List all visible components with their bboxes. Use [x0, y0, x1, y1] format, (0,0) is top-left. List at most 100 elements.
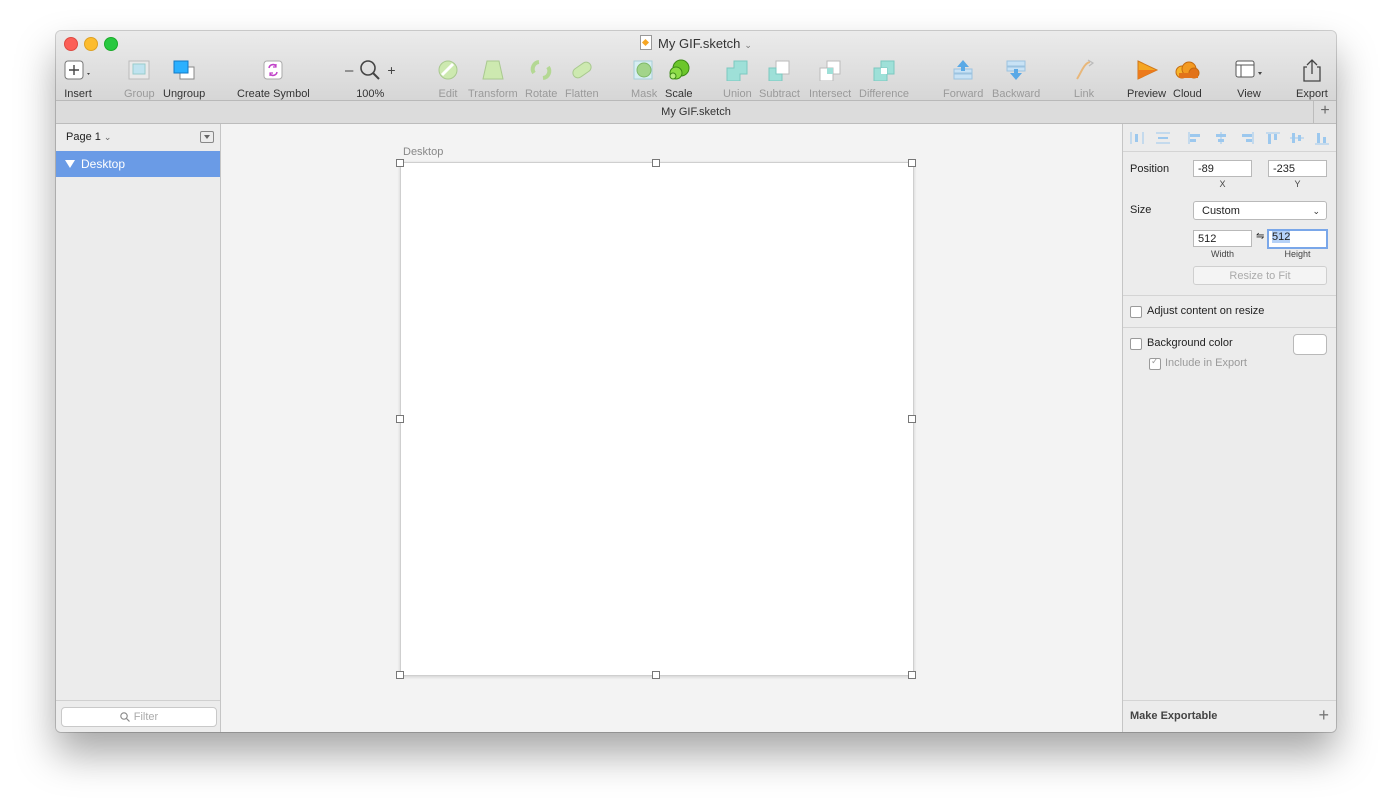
- view-label: View: [1237, 88, 1261, 100]
- share-icon: [1301, 58, 1323, 82]
- toolbar: My GIF.sketch ⌄ Insert Group Ungroup Cre…: [56, 31, 1336, 101]
- add-export-button[interactable]: +: [1318, 705, 1329, 726]
- layer-row-desktop[interactable]: Desktop: [56, 151, 220, 177]
- resize-handle-top-right[interactable]: [908, 159, 916, 167]
- flatten-label: Flatten: [565, 88, 599, 100]
- chevron-down-icon: ⌄: [103, 132, 112, 142]
- align-left-icon[interactable]: [1187, 131, 1203, 145]
- resize-handle-bottom-left[interactable]: [396, 671, 404, 679]
- size-preset-select[interactable]: Custom ⌄: [1193, 201, 1327, 220]
- insert-button[interactable]: Insert: [64, 58, 92, 100]
- create-symbol-label: Create Symbol: [237, 88, 310, 100]
- ungroup-label: Ungroup: [163, 88, 206, 100]
- layer-name: Desktop: [81, 157, 126, 171]
- resize-handle-right[interactable]: [908, 415, 916, 423]
- intersect-button[interactable]: Intersect: [809, 58, 851, 100]
- divider: [1123, 295, 1336, 296]
- align-vertical-center-icon[interactable]: [1289, 131, 1305, 145]
- include-in-export-checkbox[interactable]: [1149, 356, 1161, 370]
- resize-handle-bottom[interactable]: [652, 671, 660, 679]
- distribute-horizontal-icon[interactable]: [1129, 131, 1145, 145]
- zoom-level[interactable]: 100%: [356, 88, 384, 100]
- align-horizontal-center-icon[interactable]: [1213, 131, 1229, 145]
- flatten-button[interactable]: Flatten: [565, 58, 599, 100]
- view-button[interactable]: View: [1235, 58, 1263, 100]
- background-color-swatch[interactable]: [1293, 334, 1327, 355]
- y-label: Y: [1294, 179, 1301, 189]
- adjust-content-label: Adjust content on resize: [1147, 305, 1265, 317]
- layers-panel: Page 1 ⌄ Desktop Filter: [56, 124, 221, 732]
- canvas[interactable]: Desktop: [221, 124, 1122, 732]
- make-exportable-label: Make Exportable: [1130, 710, 1218, 722]
- export-footer: Make Exportable +: [1123, 700, 1336, 732]
- y-position-field[interactable]: -235: [1268, 160, 1327, 177]
- difference-label: Difference: [859, 88, 909, 100]
- resize-handle-top-left[interactable]: [396, 159, 404, 167]
- resize-to-fit-button[interactable]: Resize to Fit: [1193, 266, 1327, 285]
- size-label: Size: [1130, 204, 1152, 216]
- lock-ratio-icon[interactable]: ⇋: [1256, 231, 1264, 242]
- scale-button[interactable]: Scale: [665, 58, 693, 100]
- subtract-icon: [767, 58, 791, 82]
- align-top-icon[interactable]: [1265, 131, 1281, 145]
- zoom-out-button[interactable]: –: [345, 62, 353, 79]
- cloud-label: Cloud: [1173, 88, 1202, 100]
- union-button[interactable]: Union: [723, 58, 752, 100]
- artboard-title[interactable]: Desktop: [403, 146, 443, 158]
- align-right-icon[interactable]: [1239, 131, 1255, 145]
- link-button[interactable]: Link: [1072, 58, 1096, 100]
- edit-label: Edit: [438, 88, 458, 100]
- rotate-button[interactable]: Rotate: [525, 58, 557, 100]
- send-backward-icon: [1004, 58, 1028, 82]
- background-color-checkbox[interactable]: [1130, 338, 1142, 350]
- backward-label: Backward: [992, 88, 1041, 100]
- distribute-vertical-icon[interactable]: [1155, 131, 1171, 145]
- mask-button[interactable]: Mask: [631, 58, 657, 100]
- page-selector[interactable]: Page 1 ⌄: [66, 131, 111, 143]
- export-label: Export: [1296, 88, 1328, 100]
- new-tab-button[interactable]: +: [1313, 101, 1336, 123]
- adjust-content-checkbox[interactable]: [1130, 306, 1142, 318]
- divider: [1123, 327, 1336, 328]
- preview-button[interactable]: Preview: [1127, 58, 1166, 100]
- union-label: Union: [723, 88, 752, 100]
- transform-icon: [481, 58, 505, 82]
- resize-handle-bottom-right[interactable]: [908, 671, 916, 679]
- transform-button[interactable]: Transform: [468, 58, 518, 100]
- pages-toggle-icon[interactable]: [200, 131, 214, 143]
- forward-button[interactable]: Forward: [943, 58, 983, 100]
- play-icon: [1135, 58, 1159, 82]
- cloud-icon: [1173, 58, 1201, 82]
- document-tab[interactable]: My GIF.sketch: [661, 106, 731, 118]
- mask-icon: [632, 58, 656, 82]
- edit-button[interactable]: Edit: [437, 58, 459, 100]
- difference-button[interactable]: Difference: [859, 58, 909, 100]
- group-icon: [128, 58, 150, 82]
- scale-label: Scale: [665, 88, 693, 100]
- height-label: Height: [1284, 249, 1311, 259]
- zoom-in-button[interactable]: +: [387, 62, 395, 78]
- layers-footer: Filter: [56, 700, 220, 732]
- artboard[interactable]: [400, 162, 914, 676]
- export-button[interactable]: Export: [1296, 58, 1328, 100]
- ungroup-button[interactable]: Ungroup: [163, 58, 205, 100]
- backward-button[interactable]: Backward: [992, 58, 1040, 100]
- difference-icon: [872, 58, 896, 82]
- app-window: My GIF.sketch ⌄ Insert Group Ungroup Cre…: [56, 31, 1336, 732]
- subtract-button[interactable]: Subtract: [759, 58, 800, 100]
- width-field[interactable]: 512: [1193, 230, 1252, 247]
- create-symbol-button[interactable]: Create Symbol: [237, 58, 310, 100]
- align-bottom-icon[interactable]: [1314, 131, 1330, 145]
- group-button[interactable]: Group: [124, 58, 155, 100]
- resize-handle-left[interactable]: [396, 415, 404, 423]
- window-title[interactable]: My GIF.sketch ⌄: [56, 35, 1336, 51]
- disclosure-triangle-icon[interactable]: [65, 160, 75, 168]
- preview-label: Preview: [1127, 88, 1167, 100]
- height-field[interactable]: 512: [1267, 229, 1328, 249]
- filter-input[interactable]: Filter: [61, 707, 217, 727]
- resize-handle-top[interactable]: [652, 159, 660, 167]
- position-label: Position: [1130, 163, 1170, 175]
- x-position-field[interactable]: -89: [1193, 160, 1252, 177]
- cloud-button[interactable]: Cloud: [1173, 58, 1202, 100]
- subtract-label: Subtract: [759, 88, 800, 100]
